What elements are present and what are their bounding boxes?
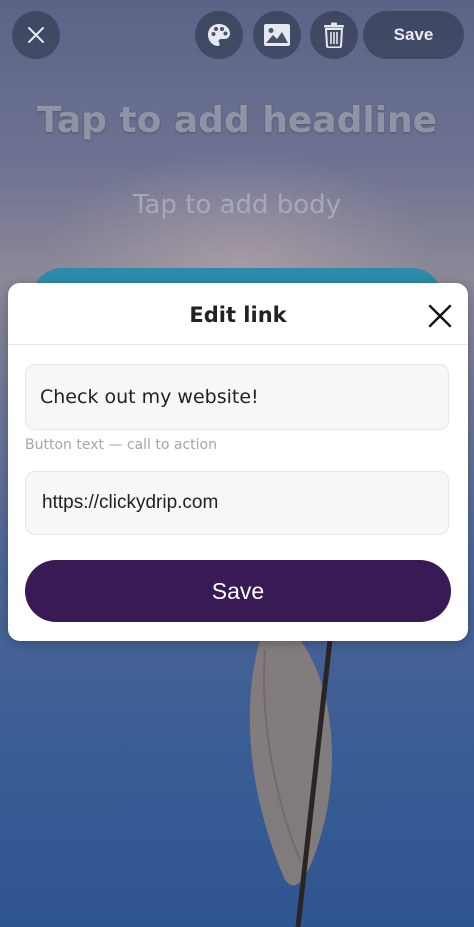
delete-button[interactable] bbox=[310, 11, 358, 59]
background-color-button[interactable] bbox=[195, 11, 243, 59]
divider bbox=[8, 344, 468, 345]
button-text-input[interactable]: Check out my website! bbox=[25, 364, 449, 430]
close-icon bbox=[28, 27, 44, 43]
background-image-button[interactable] bbox=[253, 11, 301, 59]
headline-placeholder[interactable]: Tap to add headline bbox=[0, 100, 474, 141]
image-icon bbox=[264, 24, 290, 46]
button-text-helper: Button text — call to action bbox=[25, 437, 217, 453]
dialog-title: Edit link bbox=[189, 303, 287, 327]
dialog-save-button[interactable]: Save bbox=[25, 560, 451, 622]
edit-link-dialog: Edit link Check out my website! Button t… bbox=[8, 283, 468, 641]
url-input[interactable]: https://clickydrip.com bbox=[25, 471, 449, 535]
body-placeholder[interactable]: Tap to add body bbox=[0, 190, 474, 220]
close-button[interactable] bbox=[12, 11, 60, 59]
close-icon[interactable] bbox=[426, 302, 454, 330]
feather-image bbox=[249, 628, 333, 927]
save-button[interactable]: Save bbox=[363, 11, 464, 59]
trash-icon bbox=[324, 22, 344, 48]
palette-icon bbox=[208, 24, 230, 46]
